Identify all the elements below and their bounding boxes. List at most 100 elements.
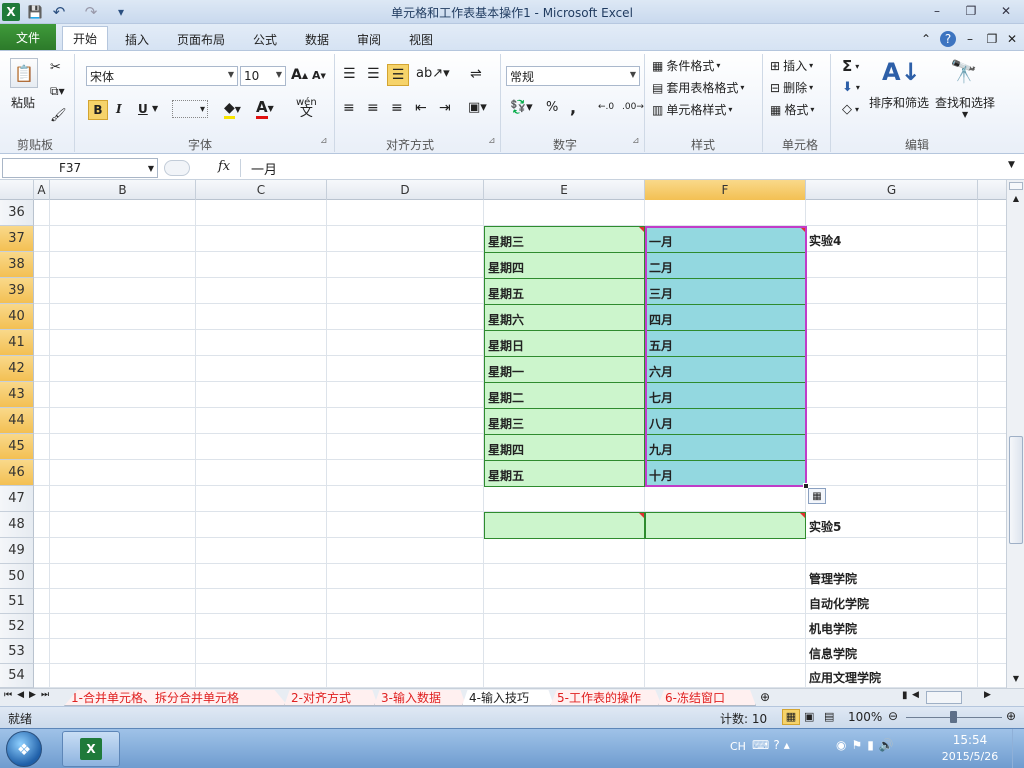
- row-header-40[interactable]: 40: [0, 304, 34, 330]
- cell-e45[interactable]: 星期四: [484, 434, 645, 461]
- sheet-tab-4[interactable]: 4-输入技巧: [462, 690, 554, 706]
- shrink-font-button[interactable]: A ▼: [312, 69, 326, 82]
- tab-data[interactable]: 数据: [296, 29, 338, 49]
- cell-f42[interactable]: 六月: [645, 356, 806, 383]
- paste-clipboard-icon[interactable]: 📋: [10, 58, 38, 88]
- cell-styles-button[interactable]: ▥ 单元格样式 ▾: [652, 101, 732, 118]
- cell-e46[interactable]: 星期五: [484, 460, 645, 487]
- vertical-scrollbar[interactable]: ▲ ▼: [1006, 180, 1024, 688]
- cell-e41[interactable]: 星期日: [484, 330, 645, 357]
- scroll-down-icon[interactable]: ▼: [1009, 674, 1023, 683]
- formula-bar-resize-handle[interactable]: [164, 160, 190, 176]
- percent-button[interactable]: %: [546, 100, 558, 115]
- phonetic-icon[interactable]: wén 文: [296, 98, 317, 120]
- workbook-close-icon[interactable]: ✕: [1004, 29, 1020, 49]
- align-center-icon[interactable]: ≡: [367, 100, 379, 116]
- cell-g51[interactable]: 自动化学院: [806, 589, 976, 614]
- find-select-button[interactable]: 查找和选择: [935, 94, 995, 111]
- scroll-up-icon[interactable]: ▲: [1009, 194, 1023, 203]
- align-middle-icon[interactable]: ☰: [367, 66, 380, 82]
- normal-view-icon[interactable]: ▦: [782, 709, 800, 725]
- zoom-level[interactable]: 100%: [848, 710, 882, 724]
- tray-status-icons[interactable]: ◉⚑▮🔊: [836, 738, 899, 752]
- tab-page-layout[interactable]: 页面布局: [170, 29, 232, 49]
- scroll-left-icon[interactable]: ◀: [912, 690, 919, 700]
- delete-cells-button[interactable]: ⊟ 删除 ▾: [770, 79, 813, 96]
- column-header-e[interactable]: E: [484, 180, 645, 200]
- cell-g53[interactable]: 信息学院: [806, 639, 976, 664]
- cut-icon[interactable]: ✂: [50, 60, 61, 75]
- workbook-minimize-icon[interactable]: –: [962, 29, 978, 49]
- row-header-38[interactable]: 38: [0, 252, 34, 278]
- font-name-select[interactable]: 宋体 ▼: [86, 66, 238, 86]
- cell-g50[interactable]: 管理学院: [806, 564, 976, 589]
- merge-center-icon[interactable]: ▣▾: [468, 100, 487, 115]
- tab-review[interactable]: 审阅: [348, 29, 390, 49]
- chevron-down-icon[interactable]: ▼: [148, 164, 154, 173]
- cell-g52[interactable]: 机电学院: [806, 614, 976, 639]
- ribbon-minimize-icon[interactable]: ⌃: [918, 29, 934, 49]
- cell-f45[interactable]: 九月: [645, 434, 806, 461]
- number-dialog-launcher-icon[interactable]: ⊿: [632, 136, 640, 146]
- column-header-f[interactable]: F: [645, 180, 806, 200]
- minimize-button[interactable]: –: [922, 0, 952, 22]
- font-color-icon[interactable]: A ▼: [256, 98, 274, 119]
- row-header-44[interactable]: 44: [0, 408, 34, 434]
- row-header-49[interactable]: 49: [0, 538, 34, 564]
- find-dropdown-icon[interactable]: ▼: [962, 110, 968, 119]
- maximize-button[interactable]: ❐: [956, 0, 986, 22]
- column-header-next[interactable]: [978, 180, 1006, 200]
- start-button-icon[interactable]: ❖: [6, 731, 42, 767]
- horizontal-scroll-thumb[interactable]: [926, 691, 962, 704]
- cell-e39[interactable]: 星期五: [484, 278, 645, 305]
- grow-font-button[interactable]: A ▲: [291, 67, 308, 83]
- insert-function-button[interactable]: fx: [218, 159, 230, 174]
- insert-cells-button[interactable]: ⊞ 插入 ▾: [770, 57, 813, 74]
- zoom-in-icon[interactable]: ⊕: [1006, 709, 1016, 723]
- tab-view[interactable]: 视图: [400, 29, 442, 49]
- page-break-view-icon[interactable]: ▤: [824, 710, 834, 723]
- help-icon[interactable]: ?: [940, 31, 956, 47]
- autosum-button[interactable]: Σ ▾: [842, 57, 859, 75]
- tab-formulas[interactable]: 公式: [244, 29, 286, 49]
- sheet-tab-3[interactable]: 3-输入数据: [374, 690, 466, 706]
- cell-e48[interactable]: [484, 512, 645, 539]
- row-header-42[interactable]: 42: [0, 356, 34, 382]
- fill-color-icon[interactable]: ◆ ▼: [224, 100, 241, 119]
- cell-g54[interactable]: 应用文理学院: [806, 664, 976, 688]
- row-header-53[interactable]: 53: [0, 639, 34, 664]
- cell-e40[interactable]: 星期六: [484, 304, 645, 331]
- cell-f48[interactable]: [645, 512, 806, 539]
- clock-date[interactable]: 2015/5/26: [932, 750, 1008, 763]
- show-desktop-button[interactable]: [1012, 729, 1024, 768]
- tab-split-handle[interactable]: ▮: [902, 690, 908, 701]
- scroll-right-icon[interactable]: ▶: [984, 690, 991, 700]
- currency-icon[interactable]: 💱▾: [510, 100, 533, 115]
- fill-icon[interactable]: ⬇ ▾: [842, 80, 860, 95]
- sort-filter-button[interactable]: 排序和筛选: [869, 94, 929, 111]
- sheet-tab-6[interactable]: 6-冻结窗口: [658, 690, 756, 706]
- cell-f44[interactable]: 八月: [645, 408, 806, 435]
- cell-f37[interactable]: 一月: [645, 226, 806, 253]
- tab-home[interactable]: 开始: [62, 26, 108, 50]
- insert-sheet-icon[interactable]: ⊕: [760, 690, 770, 704]
- sheet-tab-1[interactable]: 1-合并单元格、拆分合并单元格: [64, 690, 288, 706]
- copy-icon[interactable]: ⧉▾: [50, 84, 65, 99]
- wrap-text-icon[interactable]: ⇌: [470, 66, 482, 82]
- align-left-icon[interactable]: ≡: [343, 100, 355, 116]
- increase-indent-icon[interactable]: ⇥: [439, 100, 451, 116]
- column-header-d[interactable]: D: [327, 180, 484, 200]
- orientation-icon[interactable]: ab↗▾: [416, 66, 450, 81]
- align-bottom-icon[interactable]: ☰: [387, 64, 409, 86]
- row-header-45[interactable]: 45: [0, 434, 34, 460]
- bold-button[interactable]: B: [88, 100, 108, 120]
- zoom-slider-thumb[interactable]: [950, 711, 957, 723]
- row-header-36[interactable]: 36: [0, 200, 34, 226]
- cell-e44[interactable]: 星期三: [484, 408, 645, 435]
- cell-f46[interactable]: 十月: [645, 460, 806, 487]
- italic-button[interactable]: I: [116, 102, 122, 116]
- number-format-select[interactable]: 常规 ▼: [506, 66, 640, 86]
- row-header-47[interactable]: 47: [0, 486, 34, 512]
- sheet-nav-arrows-icon[interactable]: ⏮◀▶⏭: [4, 690, 54, 700]
- clock-time[interactable]: 15:54: [940, 733, 1000, 747]
